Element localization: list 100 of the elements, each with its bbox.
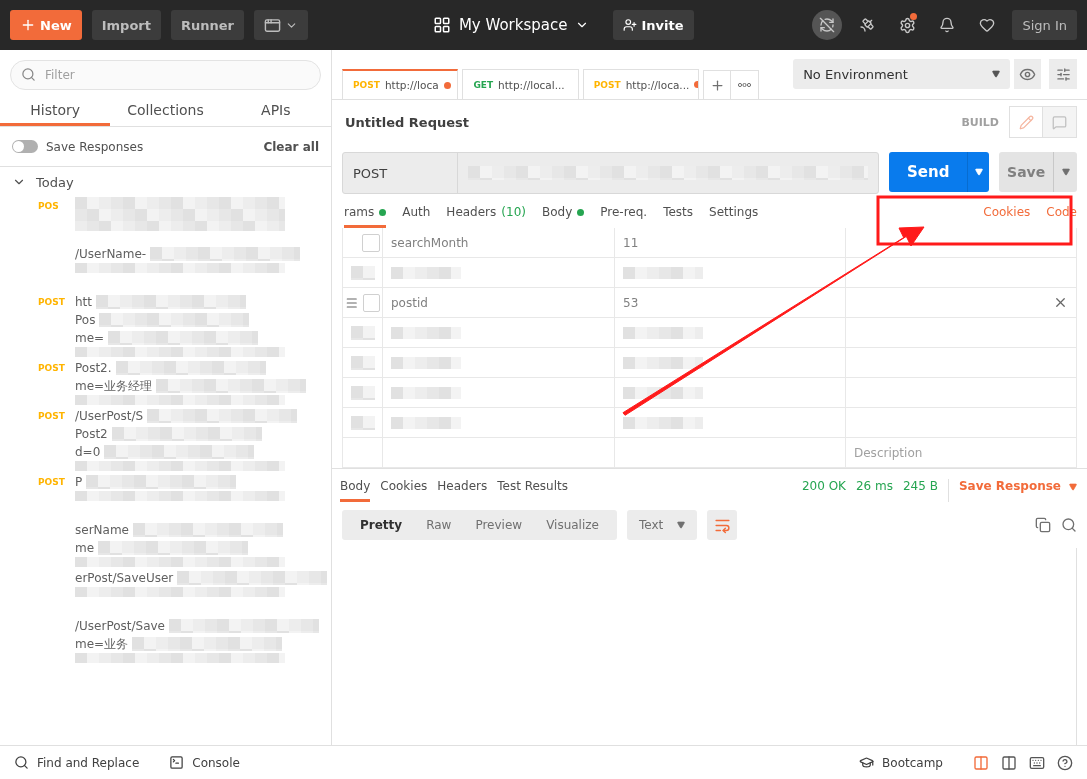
- help-icon[interactable]: [1057, 754, 1073, 771]
- toolbar-button[interactable]: Runner: [170, 10, 244, 40]
- history-text: d=0: [75, 445, 101, 459]
- plus-icon: [20, 17, 36, 33]
- find-replace-button[interactable]: Find and Replace: [14, 755, 140, 770]
- save-responses-toggle[interactable]: [12, 140, 38, 153]
- delete-icon[interactable]: [1053, 295, 1068, 310]
- settings-icon: [898, 16, 916, 34]
- redacted-area: [351, 355, 375, 370]
- response-size: 245 B: [903, 479, 938, 495]
- redacted-area: [351, 325, 375, 340]
- sidebar-tab[interactable]: APIs: [220, 96, 331, 126]
- copy-icon[interactable]: [1035, 517, 1051, 533]
- request-tab[interactable]: POST http://loca: [342, 69, 459, 99]
- redacted-area: [351, 265, 375, 280]
- request-tab[interactable]: POST http://loca...: [582, 69, 700, 99]
- search-icon[interactable]: [1061, 517, 1077, 533]
- history-text: me=业务经理: [75, 377, 153, 395]
- history-text: me=业务: [75, 635, 129, 653]
- terminal-icon: [169, 755, 185, 770]
- filter-field[interactable]: Filter: [10, 60, 321, 90]
- response-tab[interactable]: Test Results: [497, 479, 568, 502]
- layout-icon[interactable]: [973, 754, 989, 771]
- type-select[interactable]: Text: [626, 510, 698, 540]
- sync-off-button[interactable]: [812, 10, 843, 40]
- more-button[interactable]: [731, 70, 760, 100]
- request-tab[interactable]: GET http://local...: [462, 69, 579, 99]
- history-text: serName: [75, 523, 129, 537]
- format-tab[interactable]: Preview: [463, 510, 535, 540]
- caret-icon: [1069, 483, 1077, 491]
- param-key: searchMonth: [383, 228, 615, 257]
- heart-icon: [979, 17, 996, 33]
- toolbar-button[interactable]: Import: [91, 10, 161, 40]
- history-text: P: [75, 475, 83, 489]
- toggle-label: Save Responses: [46, 139, 144, 154]
- history-text: erPost/SaveUser: [75, 571, 174, 585]
- response-tab[interactable]: Headers: [437, 479, 488, 502]
- format-tab[interactable]: Raw: [414, 510, 464, 540]
- response-tab[interactable]: Cookies: [380, 479, 428, 502]
- request-section-tab[interactable]: Tests: [663, 205, 694, 228]
- sync-off-icon: [819, 17, 836, 33]
- format-tab[interactable]: Visualize: [534, 510, 611, 540]
- history-text: me: [75, 541, 95, 555]
- param-checkbox[interactable]: [362, 293, 380, 312]
- method-label: POST: [37, 362, 66, 375]
- request-section-tab[interactable]: Settings: [709, 205, 759, 228]
- url-field[interactable]: POST: [342, 152, 879, 194]
- redacted-area: [351, 415, 375, 430]
- user-plus-icon: [623, 18, 638, 32]
- method-label: POST: [37, 410, 66, 423]
- eye-button[interactable]: [1013, 59, 1042, 89]
- request-section-tab[interactable]: Pre-req.: [600, 205, 648, 228]
- request-section-tab[interactable]: Auth: [402, 205, 431, 228]
- redacted-area: [391, 356, 461, 369]
- redacted-area: [391, 326, 461, 339]
- redacted-area: [391, 266, 461, 279]
- history-text: /UserName-: [75, 247, 147, 261]
- keyboard-icon[interactable]: [1029, 754, 1045, 771]
- environment-select[interactable]: No Environment: [793, 59, 1010, 89]
- new-window-button[interactable]: [254, 10, 308, 40]
- search-icon: [21, 67, 36, 82]
- method-label: POS: [37, 200, 60, 213]
- history-text: me=: [75, 331, 105, 345]
- method-label: POST: [37, 296, 66, 309]
- history-text: htt: [75, 295, 92, 309]
- ellipsis-icon: [738, 83, 752, 87]
- redacted-area: [351, 385, 375, 400]
- method-select[interactable]: POST: [343, 153, 458, 193]
- history-text: Post2: [75, 427, 108, 441]
- grid-icon: [432, 16, 451, 34]
- wrap-button[interactable]: [707, 510, 738, 540]
- sign-in-button[interactable]: Sign In: [1012, 10, 1077, 40]
- param-checkbox[interactable]: [362, 233, 380, 252]
- request-title: Untitled Request: [345, 114, 470, 130]
- workspace-selector[interactable]: My Workspace: [426, 15, 596, 35]
- request-section-tab[interactable]: Headers (10): [446, 205, 526, 228]
- satellite-icon: [859, 17, 876, 33]
- invite-button[interactable]: Invite: [613, 10, 694, 40]
- console-button[interactable]: Console: [169, 755, 240, 770]
- response-time: 26 ms: [855, 479, 893, 495]
- caret-icon: [974, 168, 983, 176]
- caret-icon: [1061, 168, 1070, 176]
- bell-icon: [939, 17, 956, 33]
- comment-icon: [1052, 114, 1067, 130]
- sidebar-tab[interactable]: History: [0, 96, 111, 126]
- caret-icon: [991, 70, 1000, 78]
- history-text: Pos: [75, 313, 96, 327]
- sidebar-tab[interactable]: Collections: [110, 96, 221, 126]
- format-tab[interactable]: Pretty: [348, 510, 415, 540]
- group-label: Today: [36, 174, 74, 190]
- response-tab[interactable]: Body: [340, 479, 371, 502]
- graduation-cap-icon: [859, 755, 875, 770]
- drag-handle-icon[interactable]: [345, 295, 359, 310]
- request-section-tab[interactable]: Body: [541, 205, 585, 228]
- sliders-button[interactable]: [1049, 59, 1077, 89]
- two-pane-icon[interactable]: [1001, 754, 1017, 771]
- caret-icon: [677, 521, 686, 529]
- request-section-tab[interactable]: rams: [344, 205, 387, 228]
- bootcamp-button[interactable]: Bootcamp: [859, 755, 943, 770]
- clear-all-link[interactable]: Clear all: [263, 139, 319, 154]
